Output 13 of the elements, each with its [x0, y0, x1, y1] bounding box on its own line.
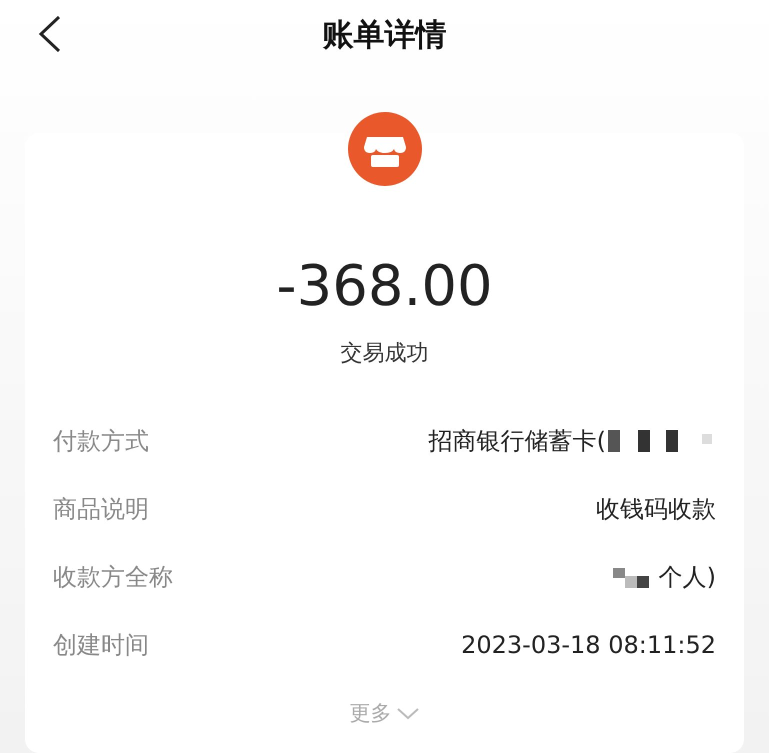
more-link[interactable]: 更多	[350, 698, 392, 730]
status-text: 交易成功	[340, 340, 428, 368]
row-value: 个人)	[658, 562, 716, 593]
row-label: 付款方式	[53, 426, 149, 457]
row-value: 收钱码收款	[596, 494, 716, 525]
amount: -368.00	[276, 259, 493, 315]
row-value: 招商银行储蓄卡(	[428, 426, 606, 457]
row-label: 收款方全称	[53, 562, 173, 593]
back-icon[interactable]	[38, 15, 62, 53]
page-title: 账单详情	[322, 16, 446, 55]
row-label: 商品说明	[53, 494, 149, 525]
row-label: 创建时间	[53, 630, 149, 661]
row-value: 2023-03-18 08:11:52	[461, 630, 716, 661]
